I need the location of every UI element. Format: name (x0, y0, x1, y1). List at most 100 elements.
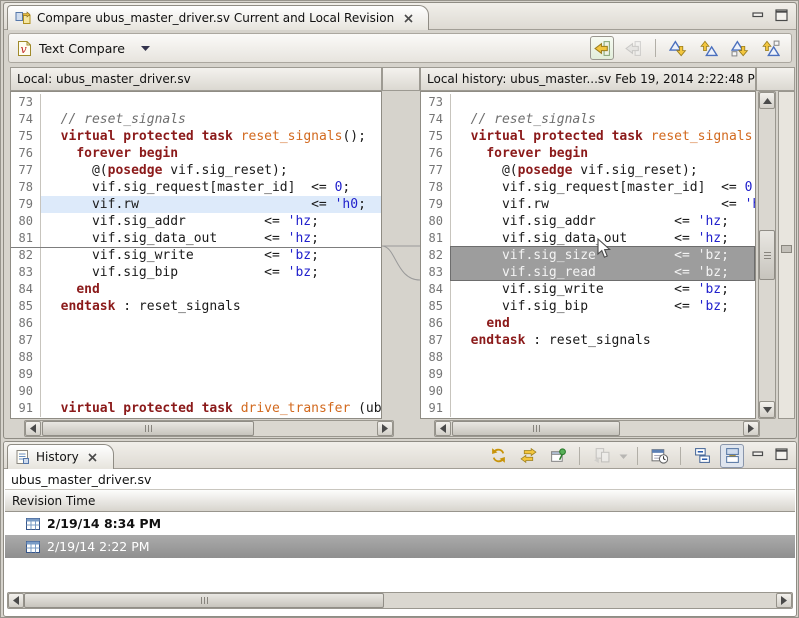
code-line-86[interactable]: 86 (11, 315, 381, 332)
code-text[interactable]: vif.sig_data_out <= 'hz; (41, 230, 381, 247)
code-line-83[interactable]: 83 vif.sig_read <= 'bz; (421, 264, 755, 281)
code-text[interactable] (41, 332, 381, 349)
code-text[interactable]: virtual protected task reset_signals(); (451, 128, 755, 145)
chevron-down-icon[interactable] (140, 44, 151, 52)
code-text[interactable]: end (451, 315, 755, 332)
code-line-75[interactable]: 75 virtual protected task reset_signals(… (421, 128, 755, 145)
next-difference-icon[interactable] (666, 36, 690, 60)
code-text[interactable]: endtask : reset_signals (41, 298, 381, 315)
code-line-91[interactable]: 91 (421, 400, 755, 417)
right-code-pane[interactable]: 7374 // reset_signals75 virtual protecte… (420, 91, 756, 419)
code-line-89[interactable]: 89 (11, 366, 381, 383)
scroll-left-icon[interactable] (8, 593, 24, 608)
right-pane-vertical-scrollbar[interactable] (758, 91, 776, 419)
code-text[interactable]: // reset_signals (41, 111, 381, 128)
code-text[interactable] (451, 366, 755, 383)
code-line-81[interactable]: 81 vif.sig_data_out <= 'hz; (11, 230, 381, 247)
code-text[interactable]: vif.sig_addr <= 'hz; (41, 213, 381, 230)
code-line-88[interactable]: 88 (11, 349, 381, 366)
code-line-90[interactable]: 90 (421, 383, 755, 400)
code-line-85[interactable]: 85 vif.sig_bip <= 'bz; (421, 298, 755, 315)
code-line-83[interactable]: 83 vif.sig_bip <= 'bz; (11, 264, 381, 281)
code-text[interactable]: vif.sig_bip <= 'bz; (451, 298, 755, 315)
code-text[interactable] (451, 349, 755, 366)
code-line-73[interactable]: 73 (421, 94, 755, 111)
code-line-78[interactable]: 78 vif.sig_request[master_id] <= 0; (421, 179, 755, 196)
code-text[interactable]: vif.rw <= 'h0; (41, 196, 381, 213)
code-text[interactable]: endtask : reset_signals (451, 332, 755, 349)
horizontal-scroll-thumb[interactable] (42, 421, 254, 436)
code-text[interactable] (41, 349, 381, 366)
code-text[interactable] (451, 383, 755, 400)
code-line-84[interactable]: 84 vif.sig_write <= 'bz; (421, 281, 755, 298)
code-line-86[interactable]: 86 end (421, 315, 755, 332)
revision-row[interactable]: 2/19/14 2:22 PM (5, 535, 795, 558)
code-text[interactable]: virtual protected task reset_signals(); (41, 128, 381, 145)
code-text[interactable] (451, 94, 755, 111)
code-line-75[interactable]: 75 virtual protected task reset_signals(… (11, 128, 381, 145)
code-line-85[interactable]: 85 endtask : reset_signals (11, 298, 381, 315)
vertical-view-icon[interactable] (720, 444, 744, 468)
code-line-79[interactable]: 79 vif.rw <= 'h0; (11, 196, 381, 213)
close-icon[interactable] (400, 10, 416, 26)
right-pane-horizontal-scrollbar[interactable] (434, 420, 760, 437)
code-text[interactable]: vif.sig_addr <= 'hz; (451, 213, 755, 230)
minimize-icon[interactable] (750, 447, 766, 462)
code-line-82[interactable]: 82 vif.sig_size <= 'bz; (421, 247, 755, 264)
left-code-pane[interactable]: 7374 // reset_signals75 virtual protecte… (10, 91, 382, 419)
code-line-78[interactable]: 78 vif.sig_request[master_id] <= 0; (11, 179, 381, 196)
overview-ruler[interactable] (778, 91, 795, 419)
scroll-left-icon[interactable] (435, 421, 451, 436)
refresh-icon[interactable] (486, 444, 510, 468)
code-line-81[interactable]: 81 vif.sig_data_out <= 'hz; (421, 230, 755, 247)
close-icon[interactable] (85, 449, 101, 465)
code-line-84[interactable]: 84 end (11, 281, 381, 298)
link-with-editor-icon[interactable] (516, 444, 540, 468)
code-text[interactable] (41, 383, 381, 400)
scroll-right-icon[interactable] (776, 593, 792, 608)
code-text[interactable]: forever begin (451, 145, 755, 162)
scroll-up-icon[interactable] (759, 92, 775, 109)
revision-time-column-header[interactable]: Revision Time (5, 490, 795, 512)
previous-change-icon[interactable] (759, 36, 783, 60)
code-text[interactable] (451, 400, 755, 417)
history-horizontal-scrollbar[interactable] (7, 592, 793, 609)
code-line-79[interactable]: 79 vif.rw <= 'h0; (421, 196, 755, 213)
code-text[interactable] (41, 94, 381, 111)
compare-editor-tab[interactable]: Compare ubus_master_driver.sv Current an… (7, 5, 429, 30)
code-line-76[interactable]: 76 forever begin (11, 145, 381, 162)
revision-row[interactable]: 2/19/14 8:34 PM (5, 512, 795, 535)
code-text[interactable]: end (41, 281, 381, 298)
code-text[interactable]: vif.sig_write <= 'bz; (451, 281, 755, 298)
horizontal-scroll-thumb[interactable] (452, 421, 620, 436)
code-line-80[interactable]: 80 vif.sig_addr <= 'hz; (11, 213, 381, 230)
scroll-right-icon[interactable] (377, 421, 393, 436)
code-text[interactable]: vif.sig_write <= 'bz; (41, 247, 381, 264)
code-text[interactable]: virtual protected task drive_transfer (u… (41, 400, 381, 417)
code-text[interactable]: vif.sig_request[master_id] <= 0; (451, 179, 755, 196)
code-text[interactable]: @(posedge vif.sig_reset); (451, 162, 755, 179)
code-line-82[interactable]: 82 vif.sig_write <= 'bz; (11, 247, 381, 264)
code-line-89[interactable]: 89 (421, 366, 755, 383)
code-text[interactable]: forever begin (41, 145, 381, 162)
code-line-77[interactable]: 77 @(posedge vif.sig_reset); (421, 162, 755, 179)
code-line-77[interactable]: 77 @(posedge vif.sig_reset); (11, 162, 381, 179)
code-text[interactable]: vif.rw <= 'h0; (451, 196, 755, 213)
next-change-icon[interactable] (728, 36, 752, 60)
code-text[interactable] (41, 366, 381, 383)
code-text[interactable]: // reset_signals (451, 111, 755, 128)
scroll-down-icon[interactable] (759, 401, 775, 418)
pin-editor-icon[interactable] (546, 444, 570, 468)
code-line-87[interactable]: 87 (11, 332, 381, 349)
vertical-scroll-thumb[interactable] (759, 230, 775, 280)
code-text[interactable]: vif.sig_read <= 'bz; (451, 264, 755, 281)
code-line-74[interactable]: 74 // reset_signals (421, 111, 755, 128)
code-text[interactable]: vif.sig_bip <= 'bz; (41, 264, 381, 281)
copy-all-right-to-left-icon[interactable] (590, 36, 614, 60)
code-text[interactable]: @(posedge vif.sig_reset); (41, 162, 381, 179)
minimize-icon[interactable] (750, 8, 766, 23)
scroll-right-icon[interactable] (743, 421, 759, 436)
maximize-icon[interactable] (774, 447, 790, 462)
diff-overview-marker[interactable] (781, 245, 792, 253)
collapse-all-icon[interactable] (690, 444, 714, 468)
